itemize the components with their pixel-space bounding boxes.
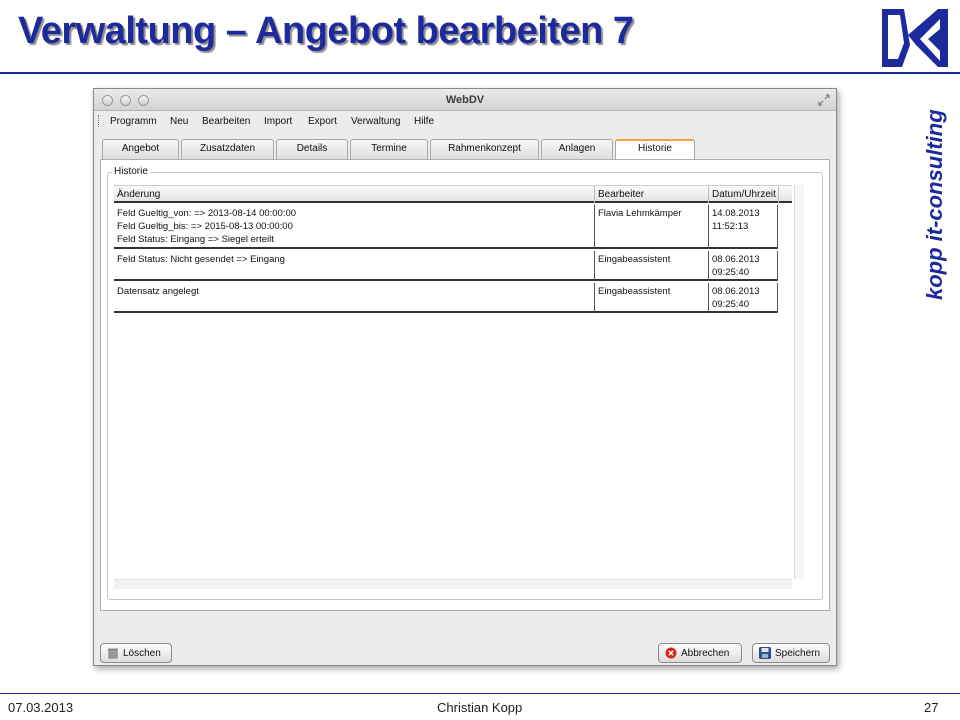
cell-datetime: 08.06.2013 09:25:40	[712, 254, 760, 278]
menu-hilfe[interactable]: Hilfe	[414, 116, 434, 127]
column-separator	[594, 251, 595, 281]
menubar: Programm Neu Bearbeiten Import Export Ve…	[94, 111, 836, 131]
cell-change: Feld Gueltig_von: => 2013-08-14 00:00:00…	[117, 208, 297, 245]
menu-export[interactable]: Export	[308, 116, 337, 127]
footer-author: Christian Kopp	[437, 700, 523, 715]
menu-verwaltung[interactable]: Verwaltung	[351, 116, 400, 127]
delete-button[interactable]: Löschen	[100, 643, 172, 663]
column-separator	[594, 186, 595, 204]
save-button-label: Speichern	[775, 647, 821, 659]
menu-programm[interactable]: Programm	[110, 116, 157, 127]
table-row[interactable]: Feld Status: Nicht gesendet => Eingang E…	[114, 251, 778, 281]
window-titlebar: WebDV	[94, 89, 836, 111]
tab-historie[interactable]: Historie	[615, 139, 695, 160]
groupbox-label: Historie	[112, 166, 150, 177]
brand-vertical-text: kopp it-consulting	[922, 109, 947, 300]
title-rule	[0, 72, 960, 74]
column-separator	[708, 251, 709, 281]
tab-angebot[interactable]: Angebot	[102, 139, 179, 159]
cancel-button-label: Abbrechen	[681, 647, 730, 659]
column-separator	[777, 283, 778, 313]
column-separator	[594, 283, 595, 313]
menu-neu[interactable]: Neu	[170, 116, 188, 127]
footer-date: 07.03.2013	[8, 700, 74, 715]
column-separator	[708, 186, 709, 204]
table-row[interactable]: Datensatz angelegt Eingabeassistent 08.0…	[114, 283, 778, 313]
webdv-window: WebDV Programm Neu Bearbeiten Import Exp…	[93, 88, 837, 666]
cell-editor: Eingabeassistent	[598, 254, 671, 265]
tab-rahmenkonzept[interactable]: Rahmenkonzept	[430, 139, 539, 159]
historie-panel: Historie Änderung Bearbeiter Datum/Uhrze…	[100, 159, 830, 611]
column-header-aenderung[interactable]: Änderung	[117, 189, 160, 200]
slide-title: Verwaltung – Angebot bearbeiten 7	[18, 10, 634, 52]
tab-termine[interactable]: Termine	[350, 139, 428, 159]
column-header-datum[interactable]: Datum/Uhrzeit	[712, 189, 776, 200]
trash-icon	[108, 648, 118, 659]
table-header: Änderung Bearbeiter Datum/Uhrzeit	[114, 185, 792, 204]
tab-details[interactable]: Details	[276, 139, 348, 159]
cell-editor: Eingabeassistent	[598, 286, 671, 297]
cell-editor: Flavia Lehmkämper	[598, 208, 682, 219]
vertical-scrollbar[interactable]	[794, 185, 804, 579]
save-button[interactable]: Speichern	[752, 643, 830, 663]
cancel-button[interactable]: Abbrechen	[658, 643, 742, 663]
menu-import[interactable]: Import	[264, 116, 292, 127]
cell-change: Feld Status: Nicht gesendet => Eingang	[117, 254, 285, 265]
menu-grip-icon	[98, 115, 100, 127]
cell-datetime: 14.08.2013 11:52:13	[712, 208, 760, 232]
footer-page-number: 27	[924, 700, 939, 715]
column-separator	[778, 186, 779, 204]
column-header-bearbeiter[interactable]: Bearbeiter	[598, 189, 644, 200]
horizontal-scrollbar[interactable]	[114, 579, 792, 589]
tab-zusatzdaten[interactable]: Zusatzdaten	[181, 139, 274, 159]
table-row[interactable]: Feld Gueltig_von: => 2013-08-14 00:00:00…	[114, 205, 778, 249]
column-separator	[777, 251, 778, 281]
window-title: WebDV	[445, 94, 485, 106]
tab-anlagen[interactable]: Anlagen	[541, 139, 613, 159]
column-separator	[708, 283, 709, 313]
cell-change: Datensatz angelegt	[117, 286, 199, 297]
cancel-icon	[665, 647, 677, 659]
menu-bearbeiten[interactable]: Bearbeiten	[202, 116, 250, 127]
column-separator	[777, 205, 778, 249]
historie-groupbox: Historie Änderung Bearbeiter Datum/Uhrze…	[107, 166, 823, 600]
footer-rule	[0, 693, 960, 694]
column-separator	[594, 205, 595, 249]
fullscreen-icon[interactable]	[818, 94, 830, 106]
column-separator	[708, 205, 709, 249]
delete-button-label: Löschen	[123, 647, 161, 659]
tab-bar: Angebot Zusatzdaten Details Termine Rahm…	[102, 139, 832, 160]
cell-datetime: 08.06.2013 09:25:40	[712, 286, 760, 310]
floppy-disk-icon	[759, 647, 771, 659]
